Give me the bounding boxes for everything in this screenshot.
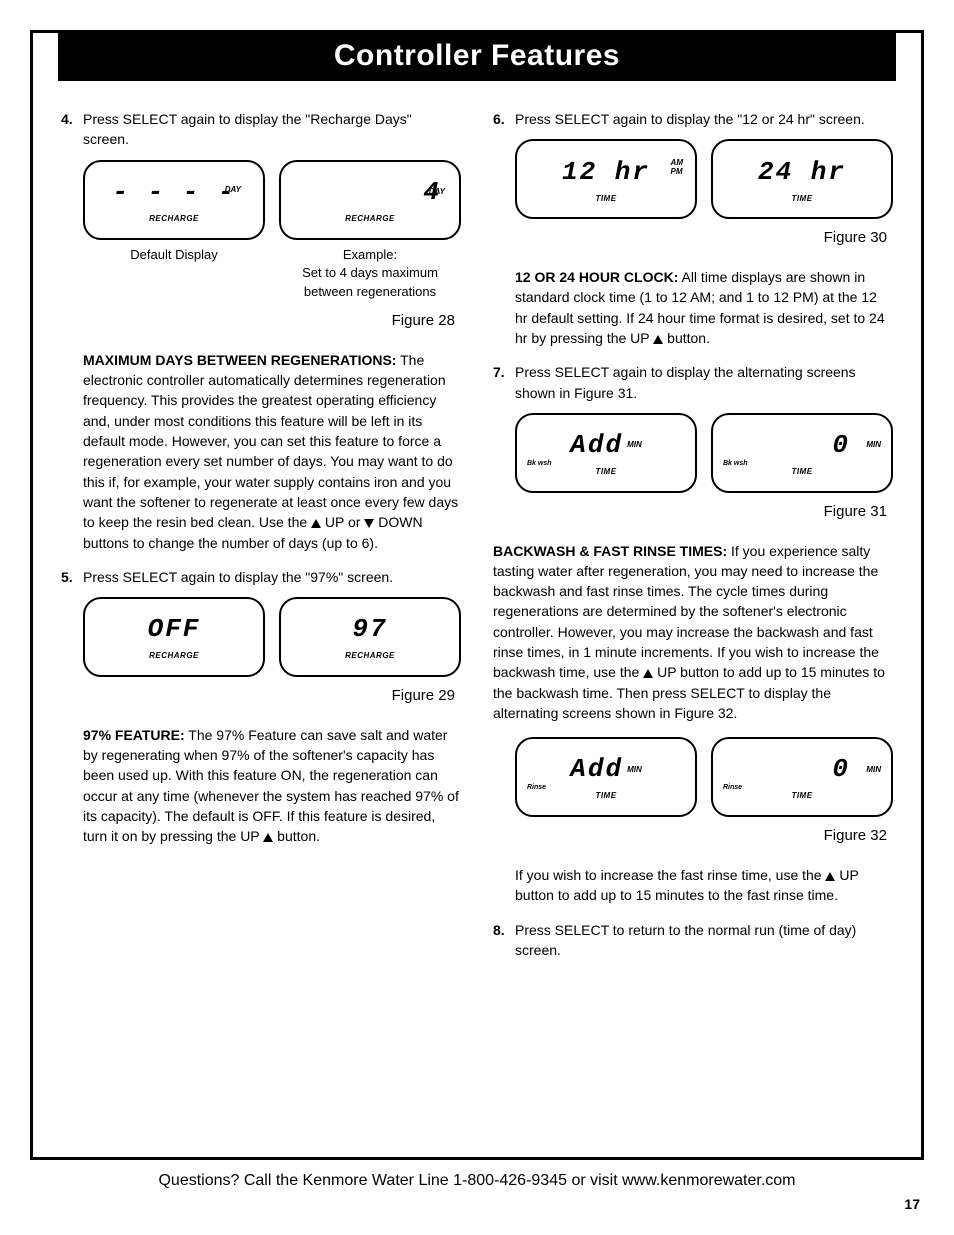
step-text: Press SELECT to return to the normal run… <box>515 920 893 961</box>
lcd-unit: MIN <box>627 764 642 776</box>
lcd-sublabel: RECHARGE <box>345 650 395 662</box>
lcd-unit: MIN <box>627 439 642 451</box>
down-triangle-icon <box>364 519 374 528</box>
lcd-unit: AM PM <box>671 159 683 177</box>
figure-32-row: Add MIN Rinse TIME 0 MIN Rinse TIME <box>515 737 893 817</box>
lcd-display: 0 MIN Rinse TIME <box>711 737 893 817</box>
lcd-display: 97 RECHARGE <box>279 597 461 677</box>
step-6: 6. Press SELECT again to display the "12… <box>493 109 893 129</box>
step-5: 5. Press SELECT again to display the "97… <box>61 567 461 587</box>
lcd-left-label: Bk wsh <box>723 459 748 469</box>
step-text: Press SELECT again to display the "12 or… <box>515 109 893 129</box>
lcd-sublabel: TIME <box>791 466 812 478</box>
lcd-left-label: Bk wsh <box>527 459 552 469</box>
para-heading: BACKWASH & FAST RINSE TIMES: <box>493 543 727 559</box>
step-number: 5. <box>61 567 83 587</box>
lcd-sublabel: TIME <box>791 193 812 205</box>
caption-text: Set to 4 days maximum between regenerati… <box>302 265 438 299</box>
up-triangle-icon <box>643 669 653 678</box>
step-number: 4. <box>61 109 83 150</box>
paragraph: BACKWASH & FAST RINSE TIMES: If you expe… <box>493 541 893 724</box>
lcd-sublabel: RECHARGE <box>149 650 199 662</box>
lcd-value: 97 <box>352 616 387 642</box>
lcd-unit: DAY <box>225 186 241 195</box>
lcd-value: OFF <box>148 616 201 642</box>
lcd-display: - - - - DAY RECHARGE <box>83 160 265 240</box>
step-text: Press SELECT again to display the "Recha… <box>83 109 461 150</box>
step-text: Press SELECT again to display the "97%" … <box>83 567 461 587</box>
para-heading: 12 OR 24 HOUR CLOCK: <box>515 269 678 285</box>
lcd-value: 0 <box>832 756 850 782</box>
lcd-value: - - - - <box>112 179 235 205</box>
figure-29-row: OFF RECHARGE 97 RECHARGE <box>83 597 461 677</box>
step-4: 4. Press SELECT again to display the "Re… <box>61 109 461 150</box>
lcd-display: Add MIN Rinse TIME <box>515 737 697 817</box>
page-title: Controller Features <box>58 33 896 81</box>
lcd-display: 4 DAY RECHARGE <box>279 160 461 240</box>
page-number: 17 <box>30 1196 924 1212</box>
para-heading: 97% FEATURE: <box>83 727 185 743</box>
figure-label: Figure 30 <box>515 227 887 249</box>
para-text: The 97% Feature can save salt and water … <box>83 727 459 844</box>
lcd-sublabel: RECHARGE <box>345 213 395 225</box>
step-7: 7. Press SELECT again to display the alt… <box>493 362 893 403</box>
figure-label: Figure 29 <box>83 685 455 707</box>
caption: Example: Set to 4 days maximum between r… <box>279 246 461 303</box>
lcd-display: Add MIN Bk wsh TIME <box>515 413 697 493</box>
figure-label: Figure 31 <box>515 501 887 523</box>
figure-31-row: Add MIN Bk wsh TIME 0 MIN Bk wsh TIME <box>515 413 893 493</box>
up-triangle-icon <box>311 519 321 528</box>
lcd-display: OFF RECHARGE <box>83 597 265 677</box>
lcd-unit: MIN <box>866 764 881 776</box>
step-8: 8. Press SELECT to return to the normal … <box>493 920 893 961</box>
figure-label: Figure 32 <box>515 825 887 847</box>
right-column: 6. Press SELECT again to display the "12… <box>493 105 893 970</box>
lcd-sublabel: RECHARGE <box>149 213 199 225</box>
para-text: UP or <box>321 514 364 530</box>
lcd-value: 12 hr <box>562 159 650 185</box>
caption: Default Display <box>83 246 265 303</box>
step-number: 6. <box>493 109 515 129</box>
lcd-sublabel: TIME <box>791 790 812 802</box>
lcd-value: 0 <box>832 432 850 458</box>
paragraph: 12 OR 24 HOUR CLOCK: All time displays a… <box>515 267 893 348</box>
lcd-left-label: Rinse <box>723 783 742 793</box>
lcd-display: 24 hr TIME <box>711 139 893 219</box>
step-text: Press SELECT again to display the altern… <box>515 362 893 403</box>
step-number: 8. <box>493 920 515 961</box>
paragraph: If you wish to increase the fast rinse t… <box>515 865 893 906</box>
lcd-unit: MIN <box>866 439 881 451</box>
paragraph: 97% FEATURE: The 97% Feature can save sa… <box>83 725 461 847</box>
lcd-value: Add <box>570 756 623 782</box>
figure-28-row: - - - - DAY RECHARGE 4 DAY RECHARGE <box>83 160 461 240</box>
lcd-value: Add <box>570 432 623 458</box>
up-triangle-icon <box>263 833 273 842</box>
para-text: button. <box>273 828 320 844</box>
left-column: 4. Press SELECT again to display the "Re… <box>61 105 461 970</box>
figure-label: Figure 28 <box>83 310 455 332</box>
para-text: If you experience salty tasting water af… <box>493 543 879 681</box>
paragraph: MAXIMUM DAYS BETWEEN REGENERATIONS: The … <box>83 350 461 553</box>
lcd-left-label: Rinse <box>527 783 546 793</box>
lcd-unit: DAY <box>429 188 445 197</box>
para-heading: MAXIMUM DAYS BETWEEN REGENERATIONS: <box>83 352 396 368</box>
up-triangle-icon <box>825 872 835 881</box>
lcd-value: 24 hr <box>758 159 846 185</box>
para-text: If you wish to increase the fast rinse t… <box>515 867 825 883</box>
footer-text: Questions? Call the Kenmore Water Line 1… <box>30 1172 924 1190</box>
lcd-sublabel: TIME <box>595 466 616 478</box>
page-frame: Controller Features 4. Press SELECT agai… <box>30 30 924 1160</box>
lcd-sublabel: TIME <box>595 193 616 205</box>
lcd-display: 0 MIN Bk wsh TIME <box>711 413 893 493</box>
up-triangle-icon <box>653 335 663 344</box>
figure-30-row: 12 hr AM PM TIME 24 hr TIME <box>515 139 893 219</box>
caption-text: Example: <box>343 247 397 262</box>
lcd-sublabel: TIME <box>595 790 616 802</box>
para-text: button. <box>663 330 710 346</box>
step-number: 7. <box>493 362 515 403</box>
para-text: The electronic controller automatically … <box>83 352 458 530</box>
figure-captions: Default Display Example: Set to 4 days m… <box>83 246 461 303</box>
lcd-display: 12 hr AM PM TIME <box>515 139 697 219</box>
